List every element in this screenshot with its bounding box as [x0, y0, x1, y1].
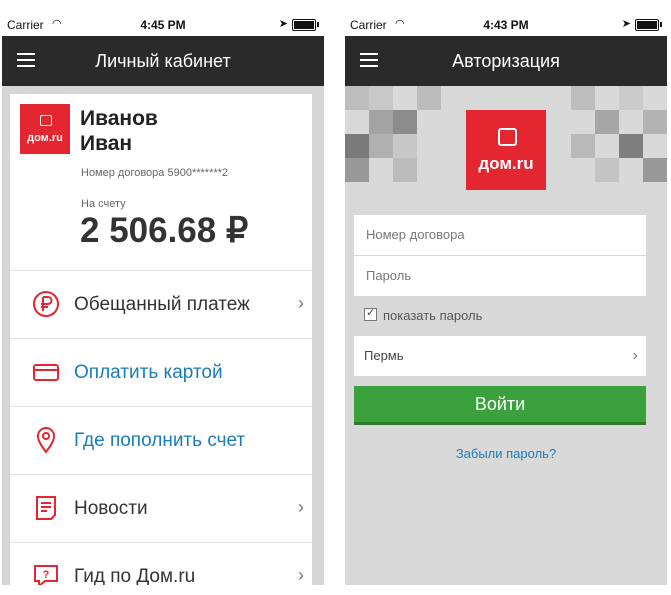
status-time: 4:45 PM [140, 18, 186, 32]
page-title: Личный кабинет [95, 51, 231, 71]
user-first-name: Иван [80, 132, 133, 155]
account-screen: Carrier ◠ 4:45 PM ➤ Личный кабинет дом.r… [2, 14, 324, 585]
ruble-circle-icon [33, 291, 59, 317]
menu-item-promised-payment[interactable]: Обещанный платеж › [10, 270, 312, 338]
menu-item-label: Оплатить картой [74, 362, 223, 383]
chevron-right-icon: › [298, 497, 304, 517]
balance-label: На счету [81, 198, 126, 210]
menu-item-top-up-locations[interactable]: Где пополнить счет [10, 406, 312, 474]
battery-icon [635, 19, 659, 31]
show-password-label: показать пароль [383, 308, 483, 323]
location-arrow-icon: ➤ [278, 18, 288, 30]
menu-item-label: Где пополнить счет [74, 430, 246, 451]
location-arrow-icon: ➤ [621, 18, 631, 30]
chevron-right-icon: › [298, 565, 304, 585]
status-time: 4:43 PM [483, 18, 529, 32]
nav-bar: Авторизация [345, 36, 667, 86]
checkbox-checked-icon[interactable] [364, 306, 377, 321]
location-pin-icon [36, 427, 56, 454]
nav-bar: Личный кабинет [2, 36, 324, 86]
account-menu: Обещанный платеж › Оплатить картой Где п… [10, 270, 312, 585]
help-bubble-icon: ? [34, 565, 58, 585]
chevron-right-icon: › [298, 293, 304, 313]
contract-number-input[interactable] [364, 226, 628, 243]
user-last-name: Иванов [80, 107, 158, 130]
menu-item-pay-by-card[interactable]: Оплатить картой [10, 338, 312, 406]
card-icon [33, 364, 59, 381]
city-selector[interactable]: Пермь › [354, 336, 646, 376]
brand-logo: дом.ru [20, 104, 70, 154]
forgot-password-link[interactable]: Забыли пароль? [345, 446, 667, 461]
page-title: Авторизация [452, 51, 560, 71]
contract-number-field[interactable] [354, 215, 646, 255]
city-value: Пермь [364, 348, 404, 363]
news-icon [36, 496, 56, 520]
user-name: Иванов Иван [80, 106, 158, 156]
status-bar: Carrier ◠ 4:43 PM ➤ [345, 14, 667, 36]
brand-logo: дом.ru [466, 110, 546, 190]
contract-number: Номер договора 5900*******2 [81, 167, 229, 179]
account-card: дом.ru Иванов Иван Номер договора 5900**… [10, 94, 312, 585]
svg-text:?: ? [43, 569, 50, 581]
chevron-right-icon: › [632, 347, 638, 364]
menu-item-news[interactable]: Новости › [10, 474, 312, 542]
menu-item-label: Обещанный платеж [74, 294, 250, 315]
password-field[interactable] [354, 256, 646, 296]
battery-icon [292, 19, 316, 31]
menu-item-label: Новости [74, 498, 148, 519]
status-bar: Carrier ◠ 4:45 PM ➤ [2, 14, 324, 36]
login-screen: Carrier ◠ 4:43 PM ➤ Авторизация дом.ru Н… [345, 14, 667, 585]
balance-value: 2 506.68 ₽ [80, 211, 249, 250]
menu-item-label: Гид по Дом.ru [74, 566, 196, 585]
login-button[interactable]: Войти [354, 386, 646, 425]
password-input[interactable] [364, 267, 628, 284]
menu-item-guide[interactable]: ? Гид по Дом.ru › [10, 542, 312, 585]
show-password-checkbox[interactable]: показать пароль [364, 306, 483, 323]
